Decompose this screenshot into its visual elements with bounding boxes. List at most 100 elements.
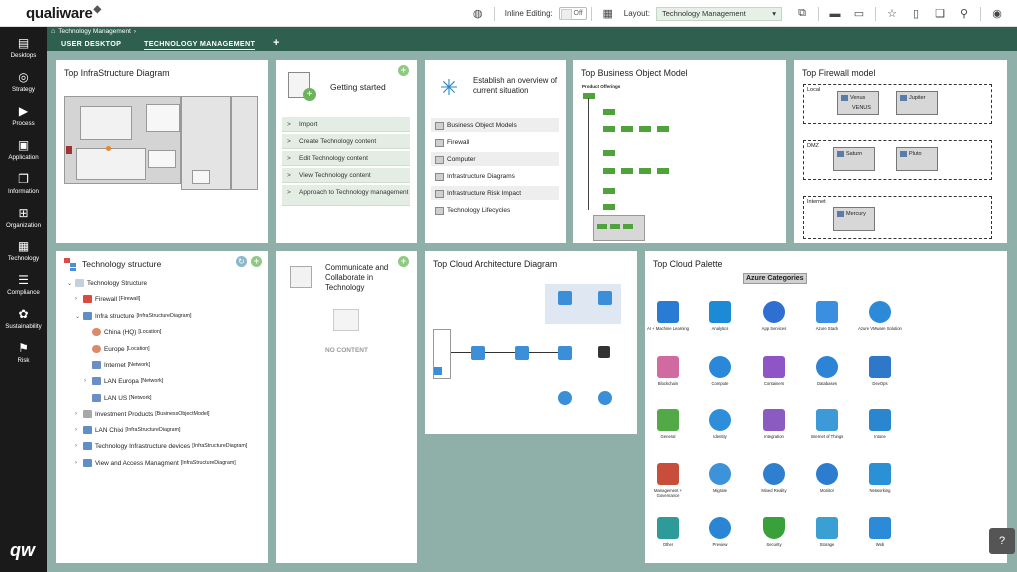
server-jupiter[interactable]: Jupiter [896, 91, 938, 115]
tree-item[interactable]: › Firewall [Firewall] [75, 294, 140, 304]
getting-started-item-create[interactable]: Create Technology content [282, 134, 410, 149]
sidebar-item-application[interactable]: ▣ Application [0, 138, 47, 161]
chevron-down-icon[interactable]: ⌄ [67, 280, 75, 287]
sidebar-item-compliance[interactable]: ☰ Compliance [0, 273, 47, 296]
overview-item-lifecycles[interactable]: Technology Lifecycles [431, 203, 559, 217]
folder-icon[interactable]: ▬ [823, 0, 847, 27]
palette-item-identity[interactable]: Identity [697, 409, 743, 439]
palette-item-other[interactable]: Other [645, 517, 691, 547]
palette-item-integration[interactable]: Integration [751, 409, 797, 439]
palette-item-security[interactable]: Security [751, 517, 797, 547]
palette-item-blockchain[interactable]: Blockchain [645, 356, 691, 386]
card-firewall-model[interactable]: Top Firewall model Local Venus VENUS Jupi… [794, 60, 1007, 243]
palette-item-storage[interactable]: Storage [804, 517, 850, 547]
sidebar-item-desktops[interactable]: ▤ Desktops [0, 36, 47, 59]
palette-item-iot[interactable]: Internet of Things [804, 409, 850, 439]
qualiware-logo[interactable]: qualiware◆ [26, 4, 101, 22]
palette-item-databases[interactable]: Databases [804, 356, 850, 386]
help-button[interactable]: ? [989, 528, 1015, 554]
palette-item-monitor[interactable]: Monitor [804, 463, 850, 493]
tree-item[interactable]: › Investment Products [BusinessObjectModel… [75, 409, 209, 419]
palette-item-azure-stack[interactable]: Azure Stack [804, 301, 850, 331]
tree-item[interactable]: › Technology Infrastructure devices [Infra… [75, 441, 247, 451]
palette-item-web[interactable]: Web [857, 517, 903, 547]
chevron-right-icon[interactable]: › [75, 460, 83, 466]
tab-user-desktop[interactable]: USER DESKTOP [61, 39, 121, 48]
star-icon[interactable]: ☆ [880, 0, 904, 27]
breadcrumb[interactable]: ⌂ Technology Management › [51, 28, 136, 35]
layout-select[interactable]: Technology Management ▾ [656, 6, 782, 21]
palette-item-general[interactable]: General [645, 409, 691, 439]
card-business-object-model[interactable]: Top Business Object Model Product Offeri… [573, 60, 786, 243]
chevron-right-icon[interactable]: › [75, 427, 83, 433]
sidebar-item-strategy[interactable]: ◎ Strategy [0, 70, 47, 93]
palette-item-app-services[interactable]: App Services [751, 301, 797, 331]
refresh-button[interactable]: ↻ [236, 256, 247, 267]
overview-item-business-object-models[interactable]: Business Object Models [431, 118, 559, 132]
palette-item-preview[interactable]: Preview [697, 517, 743, 547]
palette-item-ai-ml[interactable]: AI + Machine Learning [645, 301, 691, 331]
add-tab-button[interactable]: + [273, 37, 279, 49]
getting-started-item-edit[interactable]: Edit Technology content [282, 151, 410, 166]
server-mercury[interactable]: Mercury [833, 207, 875, 231]
tree-item[interactable]: ⌄ Technology Structure [67, 278, 147, 288]
overview-item-firewall[interactable]: Firewall [431, 135, 559, 149]
copy-layout-icon[interactable]: ⧉ [790, 0, 814, 27]
palette-item-containers[interactable]: Containers [751, 356, 797, 386]
sidebar-item-risk[interactable]: ⚑ Risk [0, 341, 47, 364]
card-infrastructure-diagram[interactable]: Top InfraStructure Diagram [56, 60, 268, 243]
chevron-right-icon[interactable]: › [75, 411, 83, 417]
add-button[interactable]: + [398, 65, 409, 76]
sidebar-item-organization[interactable]: ⊞ Organization [0, 206, 47, 229]
globe-icon[interactable]: ◍ [466, 0, 490, 27]
palette-item-devops[interactable]: DevOps [857, 356, 903, 386]
palette-item-intune[interactable]: Intune [857, 409, 903, 439]
server-saturn[interactable]: Saturn [833, 147, 875, 171]
sidebar-item-sustainability[interactable]: ✿ Sustainability [0, 307, 47, 330]
azure-service-icon [598, 291, 612, 305]
add-button[interactable]: + [251, 256, 262, 267]
card-cloud-architecture[interactable]: Top Cloud Architecture Diagram [425, 251, 637, 434]
sidebar-item-process[interactable]: ▶ Process [0, 104, 47, 127]
chevron-down-icon[interactable]: ⌄ [75, 313, 83, 320]
overview-item-risk-impact[interactable]: Infrastructure Risk Impact [431, 186, 559, 200]
palette-item-compute[interactable]: Compute [697, 356, 743, 386]
inline-editing-toggle[interactable]: Off [558, 7, 587, 20]
overview-item-infrastructure-diagrams[interactable]: Infrastructure Diagrams [431, 169, 559, 183]
getting-started-item-import[interactable]: Import [282, 117, 410, 132]
chevron-right-icon[interactable]: › [75, 443, 83, 449]
presentation-icon[interactable]: ▭ [847, 0, 871, 27]
palette-item-migrate[interactable]: Migrate [697, 463, 743, 493]
tree-item[interactable]: › LAN Europa [Network] [84, 376, 163, 386]
palette-item-mixed-reality[interactable]: Mixed Reality [751, 463, 797, 493]
search-icon[interactable]: ⚲ [952, 0, 976, 27]
getting-started-item-view[interactable]: View Technology content [282, 168, 410, 183]
palette-item-vmware[interactable]: Azure VMware Solution [857, 301, 903, 331]
tree-item[interactable]: Internet [Network] [92, 360, 150, 370]
palette-item-analytics[interactable]: Analytics [697, 301, 743, 331]
overview-item-computer[interactable]: Computer [431, 152, 559, 166]
getting-started-item-approach[interactable]: Approach to Technology management [282, 185, 410, 206]
home-icon[interactable]: ⌂ [51, 28, 55, 35]
chevron-right-icon[interactable]: › [84, 378, 92, 384]
chevron-right-icon[interactable]: › [75, 296, 83, 302]
tree-item[interactable]: Europe [Location] [92, 344, 150, 354]
tree-item[interactable]: LAN US [Network] [92, 393, 151, 403]
sidebar-item-technology[interactable]: ▦ Technology [0, 239, 47, 262]
desktops-icon: ▤ [17, 36, 30, 50]
organization-icon: ⊞ [18, 206, 29, 220]
user-icon[interactable]: ◉ [985, 0, 1009, 27]
palette-item-networking[interactable]: Networking [857, 463, 903, 493]
server-pluto[interactable]: Pluto [896, 147, 938, 171]
tree-item[interactable]: › View and Access Managment [InfraStructur… [75, 458, 236, 468]
palette-item-management[interactable]: Management + Governance [645, 463, 691, 498]
document-icon[interactable]: ▯ [904, 0, 928, 27]
pages-icon[interactable]: ❏ [928, 0, 952, 27]
tree-item[interactable]: China (HQ) [Location] [92, 327, 161, 337]
tab-technology-management[interactable]: TECHNOLOGY MANAGEMENT [144, 39, 256, 50]
tree-item[interactable]: ⌄ Infra structure [InfraStructureDiagram] [75, 311, 192, 321]
tree-item[interactable]: › LAN Chixi [InfraStructureDiagram] [75, 425, 180, 435]
add-button[interactable]: + [398, 256, 409, 267]
server-venus[interactable]: Venus VENUS [837, 91, 879, 115]
sidebar-item-information[interactable]: ❐ Information [0, 172, 47, 195]
